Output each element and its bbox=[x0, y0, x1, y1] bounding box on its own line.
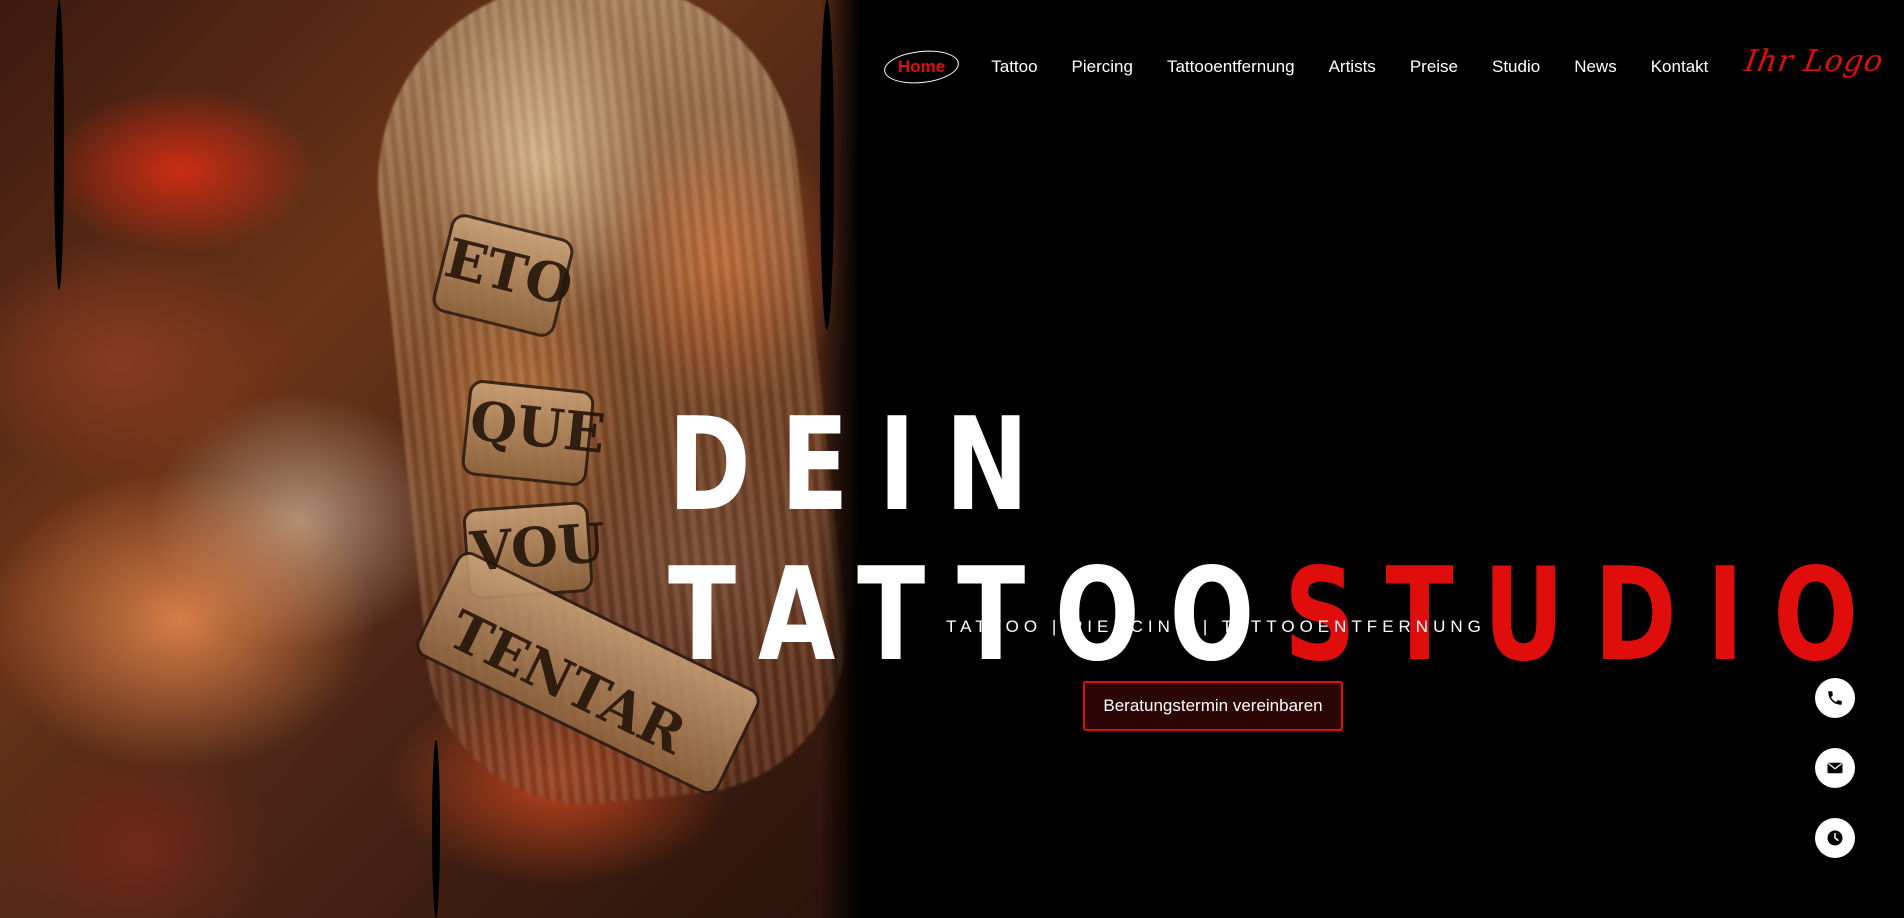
nav-item-studio[interactable]: Studio bbox=[1492, 57, 1540, 77]
clock-button[interactable] bbox=[1815, 818, 1855, 858]
nav-item-tattooentfernung[interactable]: Tattooentfernung bbox=[1167, 57, 1295, 77]
main-nav: Home Tattoo Piercing Tattooentfernung Ar… bbox=[886, 50, 1742, 84]
logo[interactable]: Ihr Logo bbox=[1742, 44, 1886, 79]
hero-subline: TATTOO | PIERCING | TATTOOENTFERNUNG bbox=[946, 617, 1486, 636]
scratch-decoration bbox=[432, 740, 440, 918]
hero-headline: DEIN TATTOOSTUDIO bbox=[668, 391, 1904, 691]
nav-item-news[interactable]: News bbox=[1574, 57, 1617, 77]
hero-headline-line2: TATTOOSTUDIO bbox=[668, 541, 1888, 691]
page: ETO QUE VOU TENTAR Home Tattoo Piercing … bbox=[0, 0, 1904, 918]
nav-item-preise[interactable]: Preise bbox=[1410, 57, 1458, 77]
hero-headline-line1: DEIN bbox=[668, 390, 1059, 540]
nav-item-tattoo[interactable]: Tattoo bbox=[991, 57, 1037, 77]
mail-button[interactable] bbox=[1815, 748, 1855, 788]
hero-headline-accent: STUDIO bbox=[1283, 540, 1888, 690]
scratch-decoration bbox=[54, 0, 64, 290]
tattoo-text: VOU bbox=[467, 510, 608, 584]
consultation-button[interactable]: Beratungstermin vereinbaren bbox=[1083, 681, 1343, 731]
phone-icon bbox=[1828, 691, 1842, 705]
nav-item-piercing[interactable]: Piercing bbox=[1072, 57, 1133, 77]
nav-item-home[interactable]: Home bbox=[886, 51, 957, 83]
hero-headline-white: TATTOO bbox=[668, 540, 1284, 690]
nav-item-kontakt[interactable]: Kontakt bbox=[1651, 57, 1709, 77]
mail-icon bbox=[1827, 762, 1843, 774]
clock-icon bbox=[1827, 830, 1843, 846]
phone-button[interactable] bbox=[1815, 678, 1855, 718]
nav-item-artists[interactable]: Artists bbox=[1329, 57, 1376, 77]
